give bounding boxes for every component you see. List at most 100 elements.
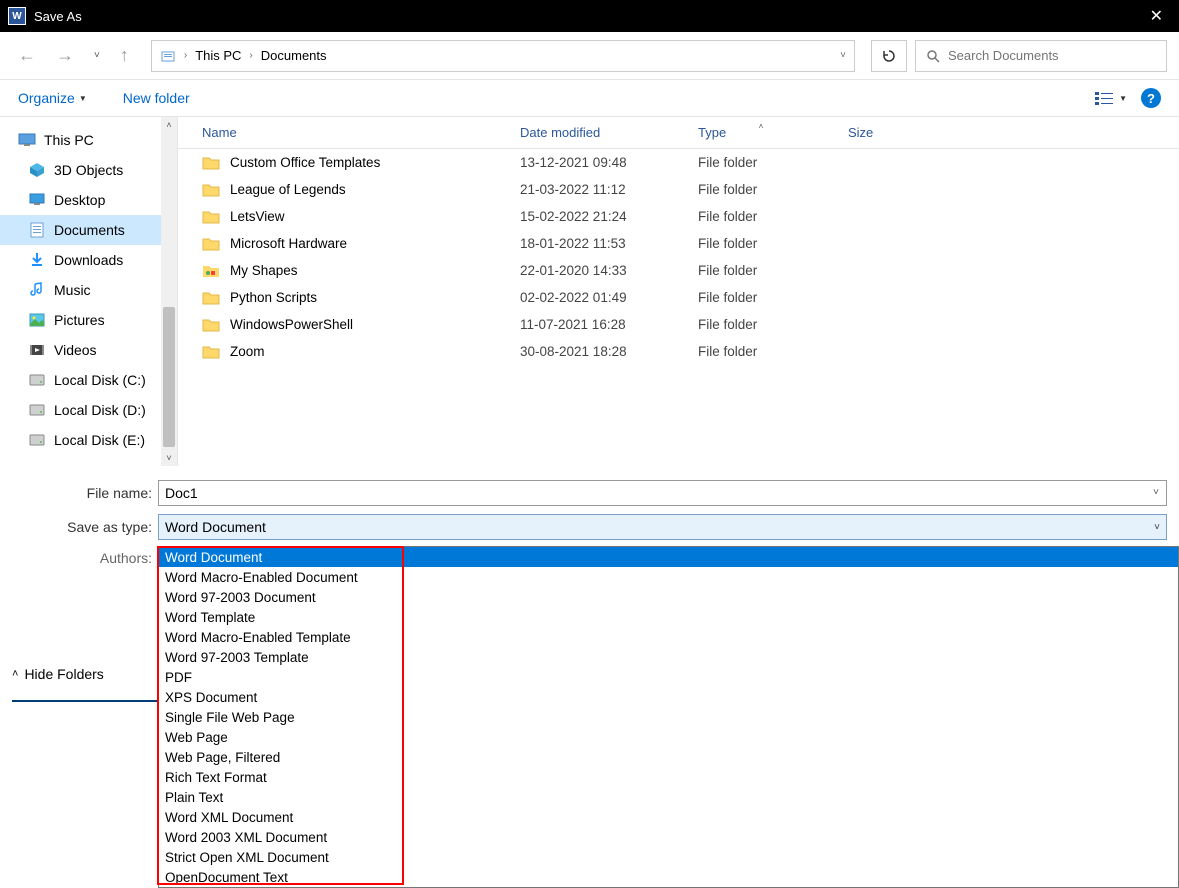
column-type[interactable]: ˄ Type — [686, 125, 836, 140]
savetype-option[interactable]: OpenDocument Text — [159, 867, 1178, 887]
refresh-icon — [881, 48, 897, 64]
authors-label: Authors: — [12, 544, 152, 566]
file-row[interactable]: Python Scripts02-02-2022 01:49File folde… — [178, 284, 1179, 311]
tree-this-pc[interactable]: This PC — [0, 125, 177, 155]
savetype-option[interactable]: Word Macro-Enabled Template — [159, 627, 1178, 647]
refresh-button[interactable] — [871, 40, 907, 72]
sidebar: This PC3D ObjectsDesktopDocumentsDownloa… — [0, 117, 178, 466]
savetype-option[interactable]: Web Page — [159, 727, 1178, 747]
view-options-button[interactable]: ▼ — [1095, 91, 1127, 105]
savetype-option[interactable]: XPS Document — [159, 687, 1178, 707]
music-icon — [28, 281, 46, 299]
tree-item-3d-objects[interactable]: 3D Objects — [0, 155, 177, 185]
tree-item-local-disk-c-[interactable]: Local Disk (C:) — [0, 365, 177, 395]
scroll-down-icon[interactable]: ˅ — [161, 450, 177, 466]
disk-icon — [28, 401, 46, 419]
tree-item-desktop[interactable]: Desktop — [0, 185, 177, 215]
folder-icon — [202, 209, 220, 225]
address-bar[interactable]: › This PC › Documents ˅ — [151, 40, 855, 72]
savetype-option[interactable]: Word 2003 XML Document — [159, 827, 1178, 847]
folder-icon — [202, 236, 220, 252]
search-icon — [926, 49, 940, 63]
file-list: Name Date modified ˄ Type Size Custom Of… — [178, 117, 1179, 466]
file-row[interactable]: League of Legends21-03-2022 11:12File fo… — [178, 176, 1179, 203]
file-row[interactable]: Zoom30-08-2021 18:28File folder — [178, 338, 1179, 365]
tree-item-pictures[interactable]: Pictures — [0, 305, 177, 335]
filename-input[interactable] — [158, 480, 1167, 506]
chevron-down-icon: ▼ — [79, 94, 87, 103]
savetype-option[interactable]: Rich Text Format — [159, 767, 1178, 787]
sidebar-scrollbar[interactable]: ˄ ˅ — [161, 117, 177, 466]
sort-indicator-icon: ˄ — [759, 122, 764, 131]
tree-item-videos[interactable]: Videos — [0, 335, 177, 365]
filename-dropdown-icon[interactable]: ˅ — [1153, 487, 1159, 498]
recent-locations-button[interactable]: ˅ — [88, 46, 106, 65]
view-icon — [1095, 91, 1113, 105]
chevron-up-icon: ˄ — [12, 668, 18, 680]
savetype-combo[interactable]: Word Document ˅ — [158, 514, 1167, 540]
chevron-down-icon: ˅ — [1154, 522, 1160, 533]
tree-item-downloads[interactable]: Downloads — [0, 245, 177, 275]
tree-item-documents[interactable]: Documents — [0, 215, 177, 245]
file-row[interactable]: Microsoft Hardware18-01-2022 11:53File f… — [178, 230, 1179, 257]
column-date[interactable]: Date modified — [508, 125, 686, 140]
savetype-option[interactable]: Word XML Document — [159, 807, 1178, 827]
savetype-option[interactable]: Word Template — [159, 607, 1178, 627]
tree-item-local-disk-d-[interactable]: Local Disk (D:) — [0, 395, 177, 425]
folder-icon — [202, 317, 220, 333]
column-size[interactable]: Size — [836, 125, 936, 140]
up-button[interactable]: ↑ — [114, 41, 135, 70]
savetype-option[interactable]: Word Document — [159, 547, 1178, 567]
shapes-icon — [202, 263, 220, 279]
address-dropdown-icon[interactable]: ˅ — [840, 50, 846, 61]
savetype-label: Save as type: — [12, 519, 152, 535]
organize-button[interactable]: Organize ▼ — [18, 90, 87, 106]
video-icon — [28, 341, 46, 359]
column-name[interactable]: Name — [178, 125, 508, 140]
tree-item-music[interactable]: Music — [0, 275, 177, 305]
scroll-up-icon[interactable]: ˄ — [161, 117, 177, 133]
word-icon: W — [8, 7, 26, 25]
folder-icon — [202, 344, 220, 360]
body-area: This PC3D ObjectsDesktopDocumentsDownloa… — [0, 116, 1179, 466]
search-box[interactable] — [915, 40, 1167, 72]
breadcrumb-sep: › — [184, 50, 187, 61]
file-row[interactable]: LetsView15-02-2022 21:24File folder — [178, 203, 1179, 230]
savetype-option[interactable]: Single File Web Page — [159, 707, 1178, 727]
savetype-option[interactable]: Web Page, Filtered — [159, 747, 1178, 767]
search-input[interactable] — [948, 48, 1156, 63]
hide-folders-button[interactable]: ˄ Hide Folders — [12, 666, 104, 682]
savetype-option[interactable]: Strict Open XML Document — [159, 847, 1178, 867]
chevron-down-icon: ▼ — [1119, 94, 1127, 103]
new-folder-button[interactable]: New folder — [123, 90, 190, 106]
nav-bar: ← → ˅ ↑ › This PC › Documents ˅ — [0, 32, 1179, 80]
close-button[interactable]: ✕ — [1142, 6, 1171, 26]
download-icon — [28, 251, 46, 269]
picture-icon — [28, 311, 46, 329]
savetype-option[interactable]: PDF — [159, 667, 1178, 687]
savetype-option[interactable]: Word 97-2003 Document — [159, 587, 1178, 607]
cube-icon — [28, 161, 46, 179]
scroll-thumb[interactable] — [163, 307, 175, 447]
savetype-option[interactable]: Word Macro-Enabled Document — [159, 567, 1178, 587]
doc-icon — [28, 221, 46, 239]
folder-icon — [202, 290, 220, 306]
breadcrumb-documents[interactable]: Documents — [261, 48, 327, 63]
breadcrumb-this-pc[interactable]: This PC — [195, 48, 241, 63]
folder-icon — [202, 155, 220, 171]
disk-icon — [28, 431, 46, 449]
file-row[interactable]: Custom Office Templates13-12-2021 09:48F… — [178, 149, 1179, 176]
savetype-dropdown[interactable]: Word DocumentWord Macro-Enabled Document… — [158, 546, 1179, 888]
title-bar: W Save As ✕ — [0, 0, 1179, 32]
file-row[interactable]: My Shapes22-01-2020 14:33File folder — [178, 257, 1179, 284]
tree-item-local-disk-e-[interactable]: Local Disk (E:) — [0, 425, 177, 455]
forward-button[interactable]: → — [50, 41, 80, 70]
window-title: Save As — [34, 9, 82, 24]
savetype-option[interactable]: Plain Text — [159, 787, 1178, 807]
disk-icon — [28, 371, 46, 389]
help-button[interactable]: ? — [1141, 88, 1161, 108]
back-button[interactable]: ← — [12, 41, 42, 70]
savetype-option[interactable]: Word 97-2003 Template — [159, 647, 1178, 667]
file-row[interactable]: WindowsPowerShell11-07-2021 16:28File fo… — [178, 311, 1179, 338]
pc-icon — [18, 131, 36, 149]
